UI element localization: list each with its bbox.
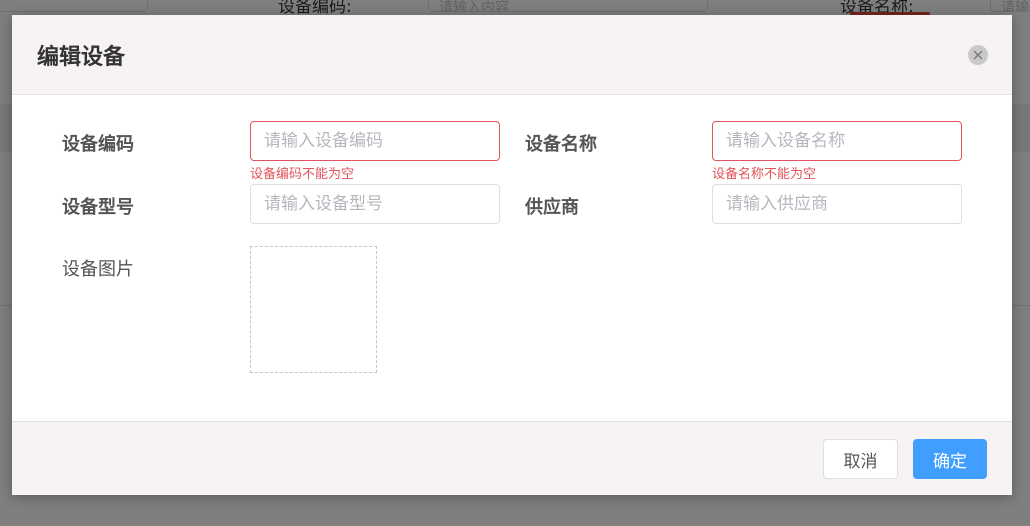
close-icon	[973, 50, 983, 60]
device-code-error: 设备编码不能为空	[250, 167, 355, 182]
cancel-button[interactable]: 取消	[823, 439, 898, 479]
supplier-input[interactable]	[712, 184, 962, 224]
device-model-label: 设备型号	[62, 197, 134, 218]
dialog-title: 编辑设备	[37, 45, 126, 70]
device-name-input[interactable]	[712, 121, 962, 161]
confirm-button[interactable]: 确定	[913, 439, 987, 479]
edit-device-dialog: 编辑设备 设备编码 设备编码不能为空 设备名称 设备名称不能为空 设备型号 供应…	[12, 15, 1012, 495]
dialog-footer: 取消 确定	[12, 421, 1012, 495]
device-code-input[interactable]	[250, 121, 500, 161]
device-model-input[interactable]	[250, 184, 500, 224]
device-image-upload[interactable]	[250, 246, 377, 373]
device-name-error: 设备名称不能为空	[712, 167, 817, 182]
dialog-header: 编辑设备	[12, 15, 1012, 95]
supplier-label: 供应商	[525, 197, 579, 218]
close-button[interactable]	[968, 45, 988, 65]
device-code-label: 设备编码	[62, 134, 134, 155]
dialog-body: 设备编码 设备编码不能为空 设备名称 设备名称不能为空 设备型号 供应商 设备图…	[12, 96, 1012, 421]
device-name-label: 设备名称	[525, 134, 597, 155]
device-image-label: 设备图片	[62, 259, 134, 280]
